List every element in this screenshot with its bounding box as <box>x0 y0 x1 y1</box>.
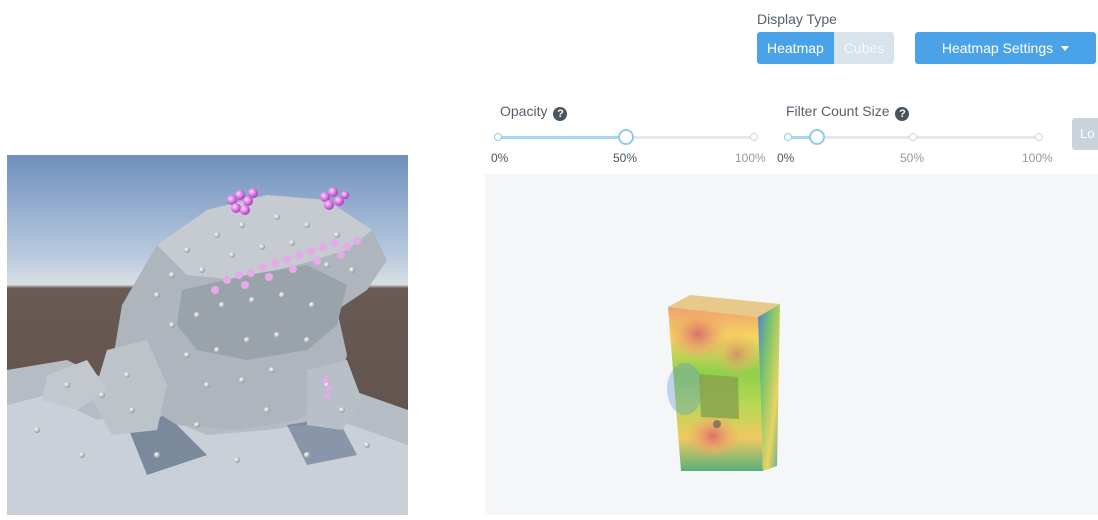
opacity-fill <box>497 136 627 139</box>
opacity-tick-100: 100% <box>735 151 766 165</box>
filter-count-size-handle[interactable] <box>809 129 825 145</box>
frog-model-viewport[interactable] <box>7 155 408 515</box>
filter-tick-0: 0% <box>777 151 795 165</box>
frog-model-image <box>7 155 408 515</box>
cubes-toggle-button[interactable]: Cubes <box>833 32 895 64</box>
filter-dot-0 <box>784 133 792 141</box>
opacity-tick-0: 0% <box>491 151 509 165</box>
opacity-dot-0 <box>494 133 502 141</box>
filter-dot-100 <box>1035 133 1043 141</box>
heatmap-settings-dropdown-button[interactable]: Heatmap Settings <box>915 32 1096 64</box>
filter-count-size-title: Filter Count Size? <box>786 103 910 121</box>
opacity-label: Opacity <box>500 103 548 119</box>
filter-count-size-slider[interactable] <box>784 129 1043 148</box>
filter-count-size-label: Filter Count Size <box>786 103 890 119</box>
heatmap-box-image <box>667 295 780 471</box>
filter-tick-50: 50% <box>900 151 925 165</box>
heatmap-viewport[interactable] <box>485 174 1098 515</box>
opacity-slider[interactable] <box>494 129 758 148</box>
lock-button[interactable]: Lo <box>1072 118 1098 150</box>
question-circle-icon[interactable]: ? <box>895 107 910 121</box>
opacity-tick-50: 50% <box>613 151 638 165</box>
filter-tick-100: 100% <box>1022 151 1053 165</box>
heatmap-toggle-button[interactable]: Heatmap <box>757 32 834 64</box>
filter-dot-50 <box>909 133 917 141</box>
opacity-dot-100 <box>750 133 758 141</box>
question-circle-icon[interactable]: ? <box>553 107 568 121</box>
display-type-toggle: Heatmap Cubes <box>757 32 895 64</box>
opacity-title: Opacity? <box>500 103 568 121</box>
heatmap-settings-label: Heatmap Settings <box>941 40 1054 56</box>
opacity-slider-handle[interactable] <box>618 129 634 145</box>
caret-down-icon <box>1061 46 1070 51</box>
display-type-label: Display Type <box>757 11 837 27</box>
